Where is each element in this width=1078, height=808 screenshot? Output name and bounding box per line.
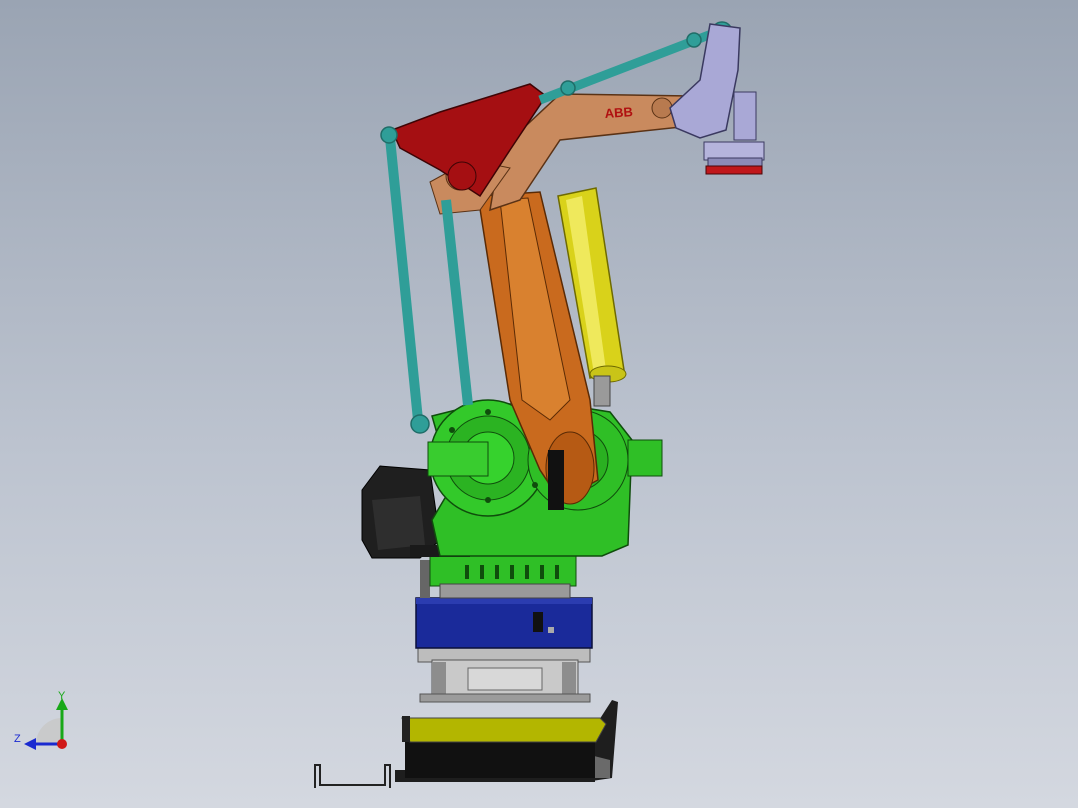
brand-label: ABB (604, 104, 633, 121)
base-gear-ring (420, 555, 577, 599)
tool-flange (705, 165, 763, 175)
triad-y-label: Y (58, 690, 66, 702)
turntable-plate (415, 597, 593, 649)
triad-z-label: Z (14, 733, 21, 745)
pallet-base (401, 716, 607, 778)
pedestal-frame (417, 645, 591, 703)
cad-viewport[interactable]: ABB Y Z (0, 0, 1078, 808)
orientation-triad[interactable]: Y Z (14, 690, 68, 750)
